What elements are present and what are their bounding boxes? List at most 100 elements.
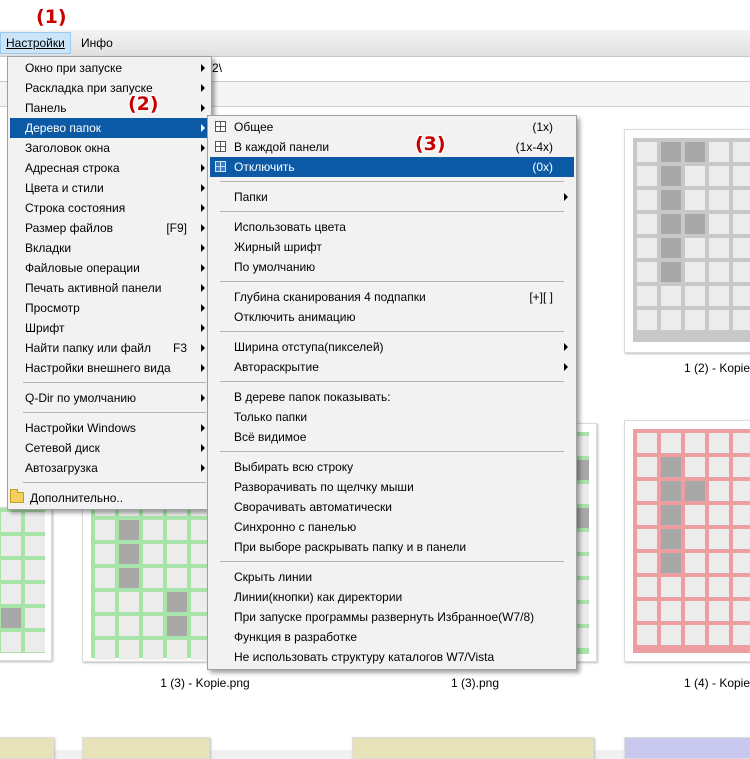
menu-item-5[interactable]: Адресная строка xyxy=(10,158,209,178)
menu-item-2[interactable]: Отключить (0x) xyxy=(210,157,574,177)
menu-separator xyxy=(220,561,564,562)
menu-item-6[interactable]: Цвета и стили xyxy=(10,178,209,198)
pixel-cell xyxy=(167,520,187,540)
menu-item-17[interactable]: Настройки Windows xyxy=(10,418,209,438)
thumbnail-bottom-4[interactable] xyxy=(624,737,750,759)
menu-item-17[interactable]: Синхронно с панелью xyxy=(210,517,574,537)
menu-item-18[interactable]: Сетевой диск xyxy=(10,438,209,458)
thumbnail-1-4-kopie[interactable] xyxy=(624,420,750,662)
menu-item-15[interactable]: Разворачивать по щелчку мыши xyxy=(210,477,574,497)
menu-item-5[interactable]: Жирный шрифт xyxy=(210,237,574,257)
menu-separator xyxy=(23,412,206,413)
pixel-cell xyxy=(685,601,705,621)
pixel-cell xyxy=(733,310,750,330)
menu-settings-label: Настройки xyxy=(6,36,65,50)
pixel-cell xyxy=(733,190,750,210)
pixel-cell xyxy=(637,142,657,162)
menu-item-label: При запуске программы развернуть Избранн… xyxy=(234,610,535,624)
menu-item-14[interactable]: Выбирать всю строку xyxy=(210,457,574,477)
thumbnail-bottom-1[interactable] xyxy=(0,737,54,759)
menu-info[interactable]: Инфо xyxy=(76,33,118,53)
submenu-arrow-icon xyxy=(201,364,205,372)
pixel-cell xyxy=(637,505,657,525)
submenu-arrow-icon xyxy=(201,204,205,212)
menu-item-9[interactable]: Ширина отступа(пикселей) xyxy=(210,337,574,357)
pixel-cell xyxy=(733,577,750,597)
menu-item-shortcut: (1x) xyxy=(532,120,553,134)
menu-item-9[interactable]: Вкладки xyxy=(10,238,209,258)
menu-item-19[interactable]: Скрыть линии xyxy=(210,567,574,587)
pixel-cell xyxy=(661,457,681,477)
thumbnail-1-3-kopie[interactable] xyxy=(82,485,211,662)
pixel-cell xyxy=(685,553,705,573)
pixel-cell xyxy=(637,481,657,501)
menu-item-8[interactable]: Размер файлов [F9] xyxy=(10,218,209,238)
pixel-cell xyxy=(733,625,750,645)
pixel-cell xyxy=(119,592,139,612)
menu-item-14[interactable]: Найти папку или файл F3 xyxy=(10,338,209,358)
menu-item-11[interactable]: Печать активной панели xyxy=(10,278,209,298)
menu-item-0[interactable]: Общее (1x) xyxy=(210,117,574,137)
menu-item-4[interactable]: Заголовок окна xyxy=(10,138,209,158)
menu-item-13[interactable]: Всё видимое xyxy=(210,427,574,447)
menu-settings[interactable]: Настройки xyxy=(0,32,71,54)
submenu-arrow-icon xyxy=(564,363,568,371)
thumbnail-bottom-3[interactable] xyxy=(352,737,594,759)
menu-item-label: Только папки xyxy=(234,410,308,424)
menu-item-4[interactable]: Использовать цвета xyxy=(210,217,574,237)
thumbnail-1-2-kopie[interactable] xyxy=(624,129,750,353)
menu-item-7[interactable]: Глубина сканирования 4 подпапки [+][ ] xyxy=(210,287,574,307)
menu-item-label: Синхронно с панелью xyxy=(234,520,357,534)
menu-item-1[interactable]: Раскладка при запуске xyxy=(10,78,209,98)
menu-item-15[interactable]: Настройки внешнего вида xyxy=(10,358,209,378)
menu-item-1[interactable]: В каждой панели (1x-4x) xyxy=(210,137,574,157)
annotation-2: (2) xyxy=(128,93,159,115)
menu-item-23[interactable]: Не использовать структуру каталогов W7/V… xyxy=(210,647,574,667)
menu-item-2[interactable]: Панель xyxy=(10,98,209,118)
menu-item-19[interactable]: Автозагрузка xyxy=(10,458,209,478)
menu-item-20[interactable]: Линии(кнопки) как директории xyxy=(210,587,574,607)
menu-item-0[interactable]: Окно при запуске xyxy=(10,58,209,78)
menu-item-11[interactable]: В дереве папок показывать: xyxy=(210,387,574,407)
menu-item-10[interactable]: Файловые операции xyxy=(10,258,209,278)
submenu-arrow-icon xyxy=(564,193,568,201)
pixel-cell xyxy=(661,262,681,282)
menu-item-20[interactable]: Дополнительно.. xyxy=(10,488,209,508)
pixel-cell xyxy=(661,505,681,525)
submenu-arrow-icon xyxy=(201,224,205,232)
menu-item-12[interactable]: Просмотр xyxy=(10,298,209,318)
pixel-cell xyxy=(1,584,21,604)
address-text: 2\ xyxy=(212,61,223,75)
menu-separator xyxy=(220,381,564,382)
menu-item-label: Вкладки xyxy=(25,241,72,255)
pixel-cell xyxy=(709,190,729,210)
thumbnail-left[interactable] xyxy=(0,507,52,661)
pixel-cell xyxy=(733,286,750,306)
pixel-cell xyxy=(685,310,705,330)
pixel-cell xyxy=(709,310,729,330)
menu-item-13[interactable]: Шрифт xyxy=(10,318,209,338)
menu-item-21[interactable]: При запуске программы развернуть Избранн… xyxy=(210,607,574,627)
menu-item-8[interactable]: Отключить анимацию xyxy=(210,307,574,327)
menu-item-12[interactable]: Только папки xyxy=(210,407,574,427)
menu-item-7[interactable]: Строка состояния xyxy=(10,198,209,218)
submenu-arrow-icon xyxy=(201,104,205,112)
menu-separator xyxy=(220,181,564,182)
menu-item-22[interactable]: Функция в разработке xyxy=(210,627,574,647)
pixel-cell xyxy=(1,560,21,580)
menu-item-6[interactable]: По умолчанию xyxy=(210,257,574,277)
pixel-cell xyxy=(709,166,729,186)
submenu-arrow-icon xyxy=(201,424,205,432)
pixel-cell xyxy=(661,190,681,210)
menu-item-16[interactable]: Сворачивать автоматически xyxy=(210,497,574,517)
menu-item-18[interactable]: При выборе раскрывать папку и в панели xyxy=(210,537,574,557)
pixel-cell xyxy=(685,238,705,258)
thumbnail-bottom-2[interactable] xyxy=(82,737,210,759)
menu-item-16[interactable]: Q-Dir по умолчанию xyxy=(10,388,209,408)
pixel-cell xyxy=(733,142,750,162)
menu-item-3[interactable]: Дерево папок xyxy=(10,118,209,138)
menu-item-3[interactable]: Папки xyxy=(210,187,574,207)
pixel-cell xyxy=(661,577,681,597)
menu-item-10[interactable]: Автораскрытие xyxy=(210,357,574,377)
pixel-cell xyxy=(685,529,705,549)
